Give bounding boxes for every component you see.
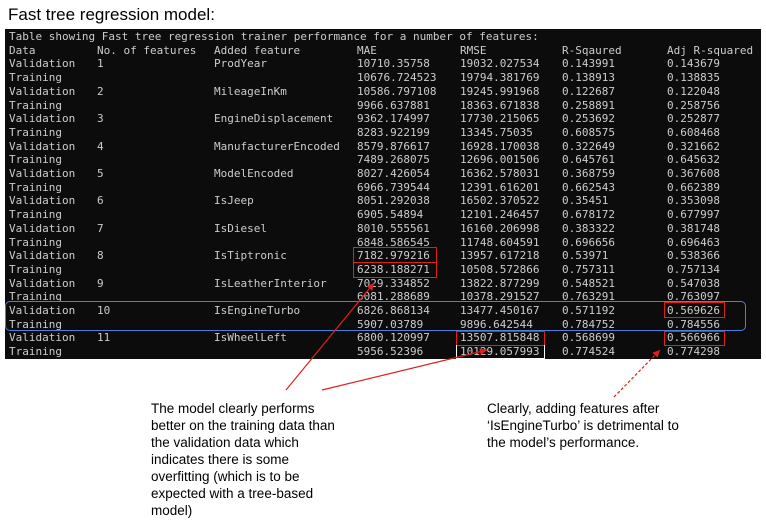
arrow-to-mae xyxy=(285,282,375,391)
annotation-overfitting: The model clearly performs better on the… xyxy=(151,401,335,518)
arrow-to-rmse xyxy=(321,348,488,391)
annotation-engine-turbo: Clearly, adding features after ‘IsEngine… xyxy=(487,401,679,450)
arrow-to-adj xyxy=(613,349,661,398)
